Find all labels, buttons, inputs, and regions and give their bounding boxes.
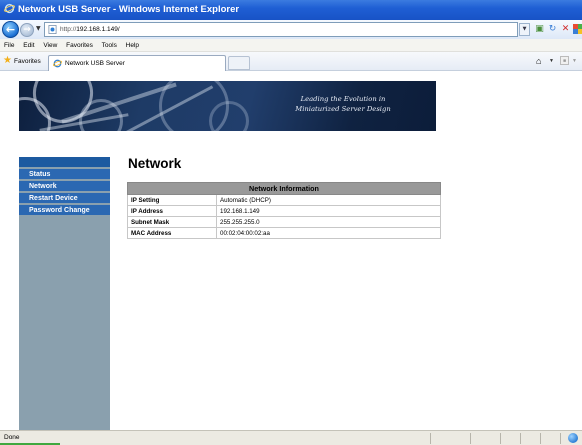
- table-row: Subnet Mask 255.255.255.0: [127, 216, 441, 228]
- home-dropdown-icon[interactable]: ▼: [549, 58, 554, 64]
- forward-button[interactable]: →: [20, 23, 34, 37]
- menu-tools[interactable]: Tools: [102, 42, 117, 49]
- page-title: Network: [128, 156, 182, 171]
- menu-view[interactable]: View: [43, 42, 57, 49]
- window-title: Network USB Server - Windows Internet Ex…: [18, 4, 240, 15]
- menu-bar: File Edit View Favorites Tools Help: [0, 39, 582, 52]
- sidebar-item-status[interactable]: Status: [19, 168, 110, 179]
- ip-setting-value: Automatic (DHCP): [216, 194, 441, 206]
- status-separator: [560, 433, 561, 444]
- mac-address-value: 00:02:04:00:02:aa: [216, 227, 441, 239]
- favorites-button[interactable]: Favorites: [14, 57, 41, 66]
- table-row: IP Address 192.168.1.149: [127, 205, 441, 217]
- sidebar-item-network[interactable]: Network: [19, 180, 110, 191]
- page-icon: [48, 25, 57, 34]
- home-icon[interactable]: ⌂: [536, 56, 541, 66]
- table-header: Network Information: [127, 182, 441, 195]
- tab-page-icon: [53, 59, 62, 68]
- address-dropdown-button[interactable]: ▼: [519, 23, 530, 36]
- status-separator: [540, 433, 541, 444]
- subnet-mask-value: 255.255.255.0: [216, 216, 441, 228]
- sidebar-header: [19, 157, 110, 167]
- banner-tagline: Leading the Evolution in Miniaturized Se…: [295, 95, 391, 113]
- subnet-mask-label: Subnet Mask: [127, 216, 217, 228]
- sidebar: Status Network Restart Device Password C…: [19, 157, 110, 430]
- ip-address-value: 192.168.1.149: [216, 205, 441, 217]
- menu-help[interactable]: Help: [126, 42, 139, 49]
- forward-arrow-icon: →: [23, 25, 31, 35]
- favorites-bar: ★ Favorites Network USB Server ⌂ ▼ ■ ▼: [0, 52, 582, 71]
- status-separator: [430, 433, 431, 444]
- back-arrow-icon: ←: [5, 23, 16, 36]
- status-separator: [500, 433, 501, 444]
- page-viewport[interactable]: Leading the Evolution in Miniaturized Se…: [0, 72, 582, 430]
- banner-decor: [209, 101, 249, 131]
- browser-tab[interactable]: Network USB Server: [48, 55, 226, 71]
- feeds-dropdown-icon[interactable]: ▼: [572, 58, 577, 64]
- refresh-icon[interactable]: ↻: [546, 23, 559, 36]
- internet-zone-icon[interactable]: [568, 433, 578, 443]
- status-bar: Done: [0, 430, 582, 445]
- table-row: MAC Address 00:02:04:00:02:aa: [127, 227, 441, 239]
- stop-icon[interactable]: ✕: [559, 23, 572, 36]
- ip-address-label: IP Address: [127, 205, 217, 217]
- mac-address-label: MAC Address: [127, 227, 217, 239]
- compatibility-view-icon[interactable]: ▣: [533, 23, 546, 36]
- header-banner: Leading the Evolution in Miniaturized Se…: [19, 81, 436, 131]
- table-row: IP Setting Automatic (DHCP): [127, 194, 441, 206]
- sidebar-item-restart-device[interactable]: Restart Device: [19, 192, 110, 203]
- search-provider-icon[interactable]: [572, 23, 582, 36]
- ip-setting-label: IP Setting: [127, 194, 217, 206]
- feeds-icon[interactable]: ■: [560, 56, 569, 65]
- back-button[interactable]: ←: [2, 21, 19, 38]
- address-bar[interactable]: http://192.168.1.149/: [44, 22, 518, 37]
- address-url[interactable]: http://192.168.1.149/: [60, 23, 120, 36]
- navigation-bar: ← → ▼ http://192.168.1.149/ ▼ ▣ ↻ ✕: [0, 20, 582, 39]
- menu-favorites[interactable]: Favorites: [66, 42, 93, 49]
- menu-edit[interactable]: Edit: [23, 42, 34, 49]
- new-tab-button[interactable]: [228, 56, 250, 70]
- menu-file[interactable]: File: [4, 42, 14, 49]
- ie-logo-icon: [4, 3, 15, 14]
- tab-title: Network USB Server: [65, 60, 125, 67]
- network-information-table: Network Information IP Setting Automatic…: [127, 182, 441, 239]
- window-titlebar[interactable]: Network USB Server - Windows Internet Ex…: [0, 0, 582, 20]
- sidebar-item-password-change[interactable]: Password Change: [19, 204, 110, 215]
- favorites-star-icon[interactable]: ★: [3, 56, 12, 66]
- status-separator: [520, 433, 521, 444]
- history-dropdown-icon[interactable]: ▼: [36, 25, 41, 32]
- status-separator: [470, 433, 471, 444]
